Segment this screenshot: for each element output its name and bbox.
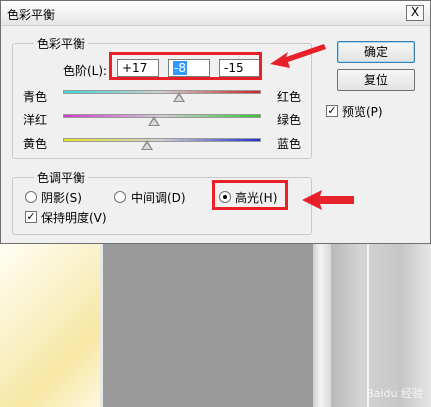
slider-green-label: 绿色 xyxy=(277,113,302,127)
panel-scroll-strip xyxy=(313,244,331,407)
shadows-radio[interactable] xyxy=(25,191,37,203)
highlights-highlight-box xyxy=(212,180,288,210)
preview-checkbox[interactable]: ✓ xyxy=(326,105,338,117)
slider-cyan-label: 青色 xyxy=(23,90,48,104)
levels-label: 色阶(L): xyxy=(63,64,108,78)
magenta-green-slider-track[interactable] xyxy=(63,114,261,118)
magenta-green-slider-thumb[interactable] xyxy=(148,116,161,126)
close-button[interactable]: X xyxy=(406,5,424,21)
dialog-title: 色彩平衡 xyxy=(7,8,56,22)
slider-magenta-label: 洋红 xyxy=(23,113,48,127)
preview-label[interactable]: 预览(P) xyxy=(342,103,383,120)
workspace-background xyxy=(103,244,313,407)
cyan-red-slider-track[interactable] xyxy=(63,90,261,94)
tone-balance-group-label: 色调平衡 xyxy=(34,169,89,186)
reset-button[interactable]: 复位 xyxy=(337,69,415,91)
slider-yellow-label: 黄色 xyxy=(23,137,48,151)
color-balance-group-label: 色彩平衡 xyxy=(34,35,89,52)
shadows-label[interactable]: 阴影(S) xyxy=(41,189,82,206)
watermark: Baidu 经验 xyxy=(366,387,423,400)
close-icon: X xyxy=(410,5,420,19)
slider-blue-label: 蓝色 xyxy=(277,137,302,151)
arrow-icon xyxy=(302,190,354,210)
yellow-blue-slider-track[interactable] xyxy=(63,138,261,142)
canvas-image xyxy=(0,244,100,407)
ok-button[interactable]: 确定 xyxy=(337,41,415,63)
levels-highlight-box xyxy=(109,52,262,80)
midtones-label[interactable]: 中间调(D) xyxy=(131,189,186,206)
yellow-blue-slider-thumb[interactable] xyxy=(141,140,154,150)
slider-red-label: 红色 xyxy=(277,90,302,104)
arrow-icon xyxy=(270,44,326,68)
checkmark-icon: ✓ xyxy=(26,210,36,223)
side-panel xyxy=(331,244,431,407)
preserve-luminosity-checkbox[interactable]: ✓ xyxy=(25,211,37,223)
cyan-red-slider-thumb[interactable] xyxy=(172,92,185,102)
title-bar[interactable]: 色彩平衡 X xyxy=(1,1,430,26)
midtones-radio[interactable] xyxy=(114,191,126,203)
preserve-luminosity-label[interactable]: 保持明度(V) xyxy=(41,209,107,226)
checkmark-icon: ✓ xyxy=(327,104,337,117)
